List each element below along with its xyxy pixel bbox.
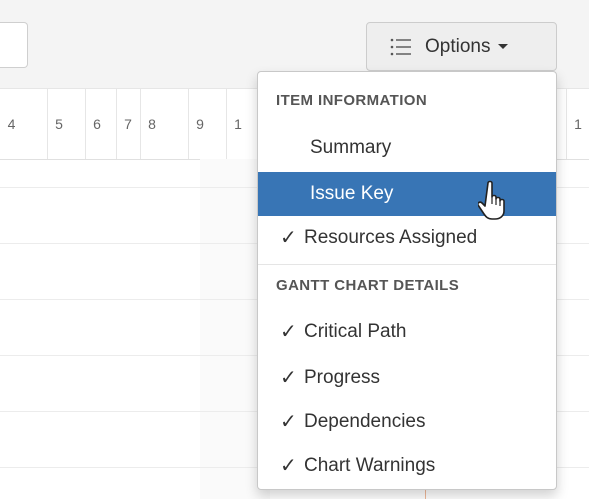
menu-item-resources-assigned[interactable]: ✓ Resources Assigned <box>258 216 556 260</box>
item-information-header: ITEM INFORMATION <box>276 92 428 109</box>
menu-item-summary[interactable]: Summary <box>258 126 556 170</box>
day-cell: 9 <box>188 89 211 159</box>
menu-item-label: Progress <box>304 367 381 388</box>
day-cell: 1 <box>566 89 589 159</box>
menu-item-chart-warnings[interactable]: ✓ Chart Warnings <box>258 444 556 488</box>
day-cell: 5 <box>47 89 70 159</box>
check-icon: ✓ <box>280 367 297 389</box>
menu-item-progress[interactable]: ✓ Progress <box>258 356 556 400</box>
day-cell: 7 <box>116 89 139 159</box>
menu-item-label: Issue Key <box>310 183 394 204</box>
menu-divider <box>258 264 556 265</box>
check-icon: ✓ <box>280 321 297 343</box>
options-button[interactable]: Options <box>366 22 557 71</box>
menu-item-label: Resources Assigned <box>304 227 478 248</box>
caret-down-icon <box>498 44 509 49</box>
day-cell: 4 <box>7 116 16 132</box>
check-icon: ✓ <box>280 455 297 477</box>
menu-item-label: Critical Path <box>304 321 407 342</box>
menu-item-dependencies[interactable]: ✓ Dependencies <box>258 400 556 444</box>
options-label: Options <box>425 35 491 57</box>
hand-pointer-icon <box>478 180 505 220</box>
menu-item-label: Dependencies <box>304 411 426 432</box>
day-cell: 8 <box>140 89 163 159</box>
day-cell: 6 <box>85 89 108 159</box>
check-icon: ✓ <box>280 411 297 433</box>
menu-item-label: Chart Warnings <box>304 455 436 476</box>
check-icon: ✓ <box>280 227 297 249</box>
search-input[interactable] <box>0 22 28 68</box>
menu-item-critical-path[interactable]: ✓ Critical Path <box>258 310 556 354</box>
list-icon <box>390 38 411 55</box>
day-cell: 1 <box>226 89 249 159</box>
gantt-chart-details-header: GANTT CHART DETAILS <box>276 277 460 294</box>
options-dropdown-menu: ITEM INFORMATION Summary Issue Key ✓ Res… <box>257 71 557 490</box>
menu-item-label: Summary <box>310 137 392 158</box>
